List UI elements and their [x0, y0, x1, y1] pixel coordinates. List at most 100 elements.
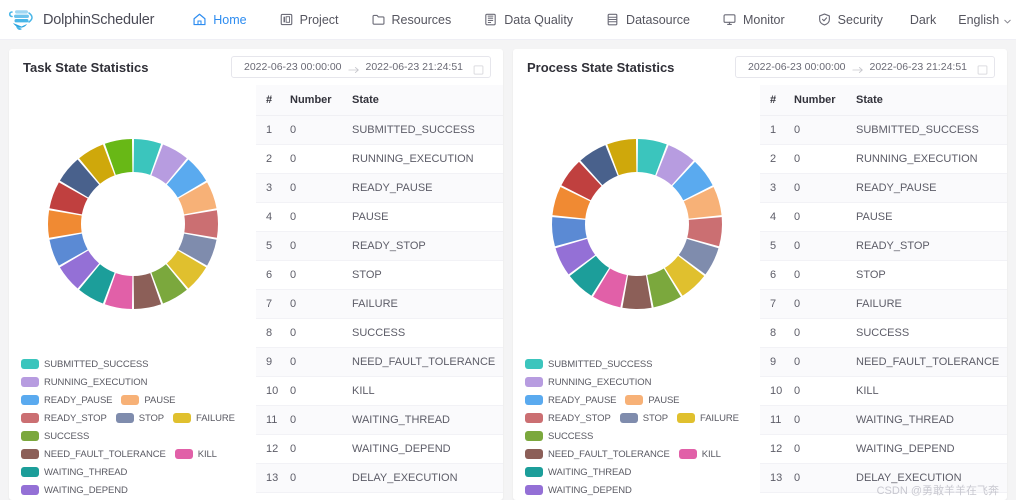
task-state-donut-chart[interactable]	[28, 119, 238, 329]
date-range-start[interactable]: 2022-06-23 00:00:00	[744, 61, 850, 73]
donut-slice[interactable]	[47, 210, 82, 238]
table-row[interactable]: 10 0 KILL	[760, 376, 1007, 406]
legend-item[interactable]: STOP	[619, 411, 668, 425]
database-icon	[605, 12, 620, 27]
table-row[interactable]: 2 0 RUNNING_EXECUTION	[760, 144, 1007, 174]
date-range-picker[interactable]: 2022-06-23 00:00:00 2022-06-23 21:24:51	[231, 56, 491, 78]
cell-number: 0	[794, 202, 856, 232]
table-row[interactable]: 2 0 RUNNING_EXECUTION	[256, 144, 503, 174]
cell-number: 0	[794, 289, 856, 319]
table-row[interactable]: 12 0 WAITING_DEPEND	[760, 434, 1007, 464]
nav-item-datasource[interactable]: Datasource	[589, 0, 706, 40]
cell-state: PAUSE	[856, 202, 1007, 232]
legend-item[interactable]: SUBMITTED_SUCCESS	[21, 357, 149, 371]
legend-item[interactable]: WAITING_THREAD	[525, 465, 631, 479]
legend-item[interactable]: WAITING_DEPEND	[525, 483, 632, 497]
nav-item-resources[interactable]: Resources	[355, 0, 468, 40]
legend-item[interactable]: FAILURE	[677, 411, 739, 425]
legend-label: RUNNING_EXECUTION	[44, 376, 148, 388]
cell-state: READY_STOP	[856, 231, 1007, 261]
date-range-end[interactable]: 2022-06-23 21:24:51	[866, 61, 972, 73]
legend-item[interactable]: RUNNING_EXECUTION	[21, 375, 147, 389]
table-row[interactable]: 11 0 WAITING_THREAD	[760, 405, 1007, 435]
nav-item-project[interactable]: Project	[263, 0, 355, 40]
legend-swatch	[21, 395, 39, 405]
cell-number: 0	[794, 434, 856, 464]
table-row[interactable]: 4 0 PAUSE	[256, 202, 503, 232]
nav-label-home: Home	[213, 12, 247, 27]
table-row[interactable]: 7 0 FAILURE	[760, 289, 1007, 319]
table-row[interactable]: 8 0 SUCCESS	[256, 318, 503, 348]
nav-label-resources: Resources	[391, 12, 452, 27]
legend-item[interactable]: NEED_FAULT_TOLERANCE	[525, 447, 670, 461]
table-row[interactable]: 13 0 DELAY_EXECUTION	[256, 463, 503, 493]
cell-state: PAUSE	[352, 202, 503, 232]
table-row[interactable]: 9 0 NEED_FAULT_TOLERANCE	[760, 347, 1007, 377]
table-row[interactable]: 12 0 WAITING_DEPEND	[256, 434, 503, 464]
legend-item[interactable]: SUCCESS	[525, 429, 593, 443]
app-logo[interactable]: DolphinScheduler	[8, 7, 154, 33]
table-row[interactable]: 140FORCED_SUCCESS	[256, 492, 503, 500]
nav-item-monitor[interactable]: Monitor	[706, 0, 801, 40]
cell-state: SUBMITTED_SUCCESS	[352, 115, 503, 145]
legend-swatch	[21, 449, 39, 459]
donut-slice[interactable]	[621, 275, 652, 309]
cell-number: 0	[290, 289, 352, 319]
legend-item[interactable]: READY_PAUSE	[21, 393, 113, 407]
table-row[interactable]: 13 0 DELAY_EXECUTION	[760, 463, 1007, 493]
legend-item[interactable]: KILL	[174, 447, 217, 461]
legend-item[interactable]: SUCCESS	[21, 429, 89, 443]
legend-item[interactable]: STOP	[115, 411, 164, 425]
table-row[interactable]: 10 0 KILL	[256, 376, 503, 406]
table-row[interactable]: 6 0 STOP	[256, 260, 503, 290]
cell-number: 0	[290, 144, 352, 174]
process-state-table: # Number State 1 0 SUBMITTED_SUCCESS 2 0 RUNN…	[760, 85, 1007, 500]
legend-item[interactable]: RUNNING_EXECUTION	[525, 375, 651, 389]
date-range-end[interactable]: 2022-06-23 21:24:51	[362, 61, 468, 73]
table-row[interactable]: 5 0 READY_STOP	[760, 231, 1007, 261]
cell-state: WAITING_THREAD	[352, 405, 503, 435]
legend-item[interactable]: SUBMITTED_SUCCESS	[525, 357, 653, 371]
legend-item[interactable]: PAUSE	[625, 393, 680, 407]
date-range-picker[interactable]: 2022-06-23 00:00:00 2022-06-23 21:24:51	[735, 56, 995, 78]
nav-item-data-quality[interactable]: Data Quality	[467, 0, 589, 40]
table-row[interactable]: 5 0 READY_STOP	[256, 231, 503, 261]
column-header-index: #	[256, 85, 290, 116]
table-row[interactable]: 11 0 WAITING_THREAD	[256, 405, 503, 435]
legend-item[interactable]: READY_PAUSE	[525, 393, 617, 407]
table-row[interactable]: 3 0 READY_PAUSE	[256, 173, 503, 203]
nav-item-security[interactable]: Security	[801, 0, 899, 40]
table-row[interactable]: 9 0 NEED_FAULT_TOLERANCE	[256, 347, 503, 377]
table-row[interactable]: 1 0 SUBMITTED_SUCCESS	[256, 115, 503, 145]
legend-item[interactable]: NEED_FAULT_TOLERANCE	[21, 447, 166, 461]
legend-item[interactable]: KILL	[678, 447, 721, 461]
table-row[interactable]: 8 0 SUCCESS	[760, 318, 1007, 348]
calendar-icon[interactable]	[977, 62, 988, 75]
date-range-start[interactable]: 2022-06-23 00:00:00	[240, 61, 346, 73]
cell-state: WAITING_DEPEND	[856, 434, 1007, 464]
chart-legend: SUBMITTED_SUCCESS RUNNING_EXECUTION READY_…	[9, 357, 256, 500]
legend-item[interactable]: WAITING_THREAD	[21, 465, 127, 479]
calendar-icon[interactable]	[473, 62, 484, 75]
cell-number: 0	[794, 405, 856, 435]
table-row[interactable]: 3 0 READY_PAUSE	[760, 173, 1007, 203]
cell-state: SUCCESS	[856, 318, 1007, 348]
legend-item[interactable]: READY_STOP	[21, 411, 107, 425]
table-row[interactable]: 4 0 PAUSE	[760, 202, 1007, 232]
language-selector[interactable]: English	[947, 0, 1016, 40]
legend-label: READY_PAUSE	[548, 394, 617, 406]
table-row[interactable]: 140SERIAL_WAIT	[760, 492, 1007, 500]
legend-item[interactable]: WAITING_DEPEND	[21, 483, 128, 497]
theme-toggle[interactable]: Dark	[899, 0, 947, 40]
app-logo-text: DolphinScheduler	[43, 11, 155, 28]
nav-item-home[interactable]: Home	[176, 0, 262, 40]
table-row[interactable]: 7 0 FAILURE	[256, 289, 503, 319]
legend-item[interactable]: READY_STOP	[525, 411, 611, 425]
cell-index: 10	[256, 376, 290, 406]
table-row[interactable]: 1 0 SUBMITTED_SUCCESS	[760, 115, 1007, 145]
donut-slice[interactable]	[183, 210, 218, 238]
legend-item[interactable]: PAUSE	[121, 393, 176, 407]
process-state-donut-chart[interactable]	[532, 119, 742, 329]
legend-item[interactable]: FAILURE	[173, 411, 235, 425]
table-row[interactable]: 6 0 STOP	[760, 260, 1007, 290]
